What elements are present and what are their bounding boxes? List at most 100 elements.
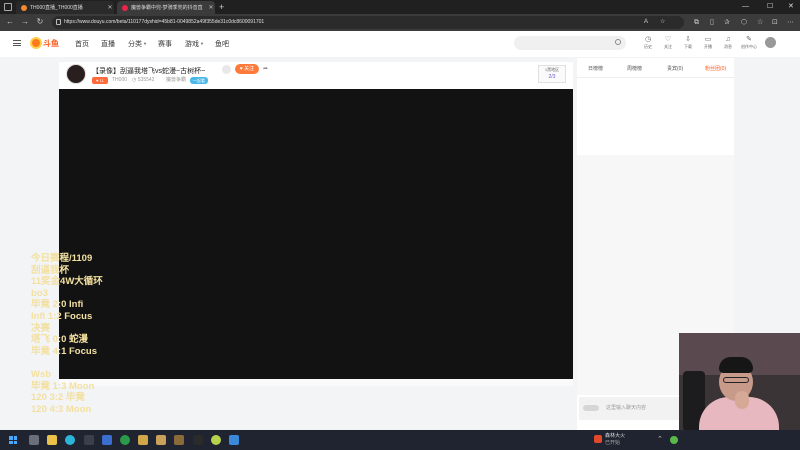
tray-app-icon[interactable] bbox=[670, 436, 678, 444]
overlay-line: 120 3:2 毕竟 bbox=[31, 392, 85, 404]
overlay-line: 塔飞 0:0 蛇漫 bbox=[31, 334, 89, 346]
browser-tab-strip: TH000直播_TH000直播 ✕ 魔兽争霸中兜-梦骑季兜的抖音直 ✕ + — … bbox=[0, 0, 800, 14]
room-title: 【录像】刮逼我塔飞vs蛇漫~古树杯~ bbox=[92, 68, 206, 75]
header-history[interactable]: ◷ 历史 bbox=[639, 35, 657, 50]
tabs-icon[interactable]: ⊡ bbox=[772, 17, 778, 28]
favorite-star-icon[interactable]: ☆ bbox=[660, 18, 665, 27]
overlay-line: Infi 1:2 Focus bbox=[31, 310, 93, 322]
overlay-line: Wsb bbox=[31, 368, 52, 380]
nav-fishbar[interactable]: 鱼吧 bbox=[215, 39, 229, 49]
nav-category[interactable]: 分类 bbox=[128, 39, 142, 49]
close-tab-icon[interactable]: ✕ bbox=[106, 4, 114, 11]
broadcast-icon: ▭ bbox=[704, 36, 712, 43]
tab-weekly-rank[interactable]: 周榜榜 bbox=[627, 65, 642, 72]
nav-home[interactable]: 首页 bbox=[75, 39, 89, 49]
user-avatar[interactable] bbox=[765, 37, 776, 48]
app-icon[interactable] bbox=[193, 435, 203, 445]
weather-icon[interactable] bbox=[594, 435, 602, 443]
split-screen-icon[interactable]: ▯ bbox=[710, 17, 714, 28]
menu-icon[interactable] bbox=[13, 40, 21, 46]
browser-tab-label: TH000直播_TH000直播 bbox=[30, 5, 83, 11]
history-icon: ◷ bbox=[644, 36, 652, 43]
back-icon[interactable]: ← bbox=[5, 16, 15, 28]
nav-events[interactable]: 赛事 bbox=[158, 39, 172, 49]
edge-icon[interactable] bbox=[65, 435, 75, 445]
forward-icon[interactable]: → bbox=[20, 16, 30, 28]
lock-icon bbox=[56, 19, 61, 25]
header-creator[interactable]: ✎ 创作中心 bbox=[739, 35, 759, 50]
more-icon[interactable]: ⋯ bbox=[787, 17, 794, 28]
maximize-icon[interactable]: ☐ bbox=[767, 1, 773, 13]
overlay-line: 刮逼我杯 bbox=[31, 264, 70, 276]
overlay-line: 今日赛程/1109 bbox=[31, 253, 93, 264]
sidebar-tabs: 日榜榜 周榜榜 贵宾(0) 粉丝团(0) bbox=[577, 62, 734, 74]
header-download[interactable]: ⇩ 下载 bbox=[679, 35, 697, 50]
streamer-avatar[interactable] bbox=[66, 64, 86, 84]
app-icon[interactable] bbox=[84, 435, 94, 445]
emoji-toggle[interactable] bbox=[583, 405, 599, 411]
refresh-icon[interactable]: ↻ bbox=[35, 16, 45, 28]
app-icon[interactable] bbox=[138, 435, 148, 445]
new-tab-icon[interactable]: + bbox=[219, 1, 224, 13]
weather-title[interactable]: 森林大火 bbox=[605, 433, 625, 439]
message-icon: ♫ bbox=[725, 36, 731, 43]
overlay-spacer bbox=[31, 357, 103, 369]
app-icon[interactable] bbox=[229, 435, 239, 445]
extensions-icon[interactable]: ⧉ bbox=[694, 17, 699, 28]
app-icon[interactable] bbox=[102, 435, 112, 445]
browser-tab-2[interactable]: 魔兽争霸中兜-梦骑季兜的抖音直 ✕ bbox=[117, 1, 215, 14]
overlay-line: 决赛 bbox=[31, 322, 51, 334]
header-message[interactable]: ♫ 消息 bbox=[719, 35, 737, 50]
browser-tab-1[interactable]: TH000直播_TH000直播 ✕ bbox=[16, 1, 114, 14]
header-follow[interactable]: ♡ 关注 bbox=[659, 35, 677, 50]
nav-games[interactable]: 游戏 bbox=[185, 39, 199, 49]
windows-taskbar: 森林大火 已开始 ⌃ bbox=[0, 430, 800, 450]
category-tag[interactable]: 一起看 bbox=[190, 77, 208, 84]
douyu-favicon-icon bbox=[21, 4, 27, 11]
search-icon[interactable] bbox=[615, 39, 621, 45]
douyu-fish-icon bbox=[30, 37, 42, 49]
streamer-name[interactable]: TH000 bbox=[112, 77, 127, 84]
app-icon[interactable] bbox=[156, 435, 166, 445]
video-player[interactable] bbox=[59, 89, 573, 379]
collections-icon[interactable]: ✰ bbox=[724, 17, 730, 28]
tab-vip[interactable]: 贵宾(0) bbox=[667, 65, 683, 72]
chevron-up-icon[interactable]: ⌃ bbox=[657, 436, 665, 444]
minimize-icon[interactable]: — bbox=[742, 1, 749, 13]
tab-daily-rank[interactable]: 日榜榜 bbox=[588, 65, 603, 72]
follow-button[interactable]: ♥ 关注 bbox=[235, 64, 259, 74]
app-icon[interactable] bbox=[174, 435, 184, 445]
rank-box[interactable]: 1黑地区 2/3 bbox=[538, 65, 566, 83]
chevron-down-icon: ▼ bbox=[143, 41, 147, 46]
read-aloud-icon[interactable]: A bbox=[644, 18, 648, 27]
follow-icon: ♡ bbox=[664, 36, 672, 43]
start-icon[interactable] bbox=[9, 436, 17, 444]
download-icon: ⇩ bbox=[685, 36, 691, 43]
taskview-icon[interactable] bbox=[29, 435, 39, 445]
chevron-down-icon: ▼ bbox=[200, 41, 204, 46]
app-icon[interactable] bbox=[120, 435, 130, 445]
level-badge: ♥ 11 bbox=[92, 77, 108, 84]
favorites-icon[interactable]: ☆ bbox=[757, 17, 763, 28]
copilot-icon[interactable]: ⬡ bbox=[741, 17, 747, 28]
room-settings-icon[interactable] bbox=[222, 65, 231, 74]
creator-icon: ✎ bbox=[746, 36, 752, 43]
close-tab-icon[interactable]: ✕ bbox=[207, 4, 215, 11]
nav-live[interactable]: 直播 bbox=[101, 39, 115, 49]
close-window-icon[interactable]: ✕ bbox=[788, 1, 794, 13]
file-explorer-icon[interactable] bbox=[47, 435, 57, 445]
tab-fans[interactable]: 粉丝团(0) bbox=[705, 65, 726, 72]
tab-actions-icon[interactable] bbox=[4, 3, 12, 11]
room-category[interactable]: 魔兽争霸 bbox=[166, 77, 186, 84]
url-field[interactable]: https://www.douyu.com/beta/110177dyshid=… bbox=[52, 16, 684, 29]
weather-subtitle: 已开始 bbox=[605, 440, 621, 446]
header-broadcast[interactable]: ▭ 开播 bbox=[699, 35, 717, 50]
overlay-line: 毕竟 2:0 Infi bbox=[31, 299, 84, 311]
app-icon[interactable] bbox=[211, 435, 221, 445]
url-text: https://www.douyu.com/beta/110177dyshid=… bbox=[64, 19, 265, 25]
overlay-line: 120 4:3 Moon bbox=[31, 403, 92, 415]
douyu-logo[interactable]: 斗鱼 bbox=[30, 37, 62, 49]
share-icon[interactable]: ➦ bbox=[263, 65, 268, 72]
schedule-overlay: 今日赛程/1109 刮逼我杯 11奖金4W大循环 bo3 毕竟 2:0 Infi… bbox=[31, 253, 103, 415]
search-input[interactable] bbox=[514, 36, 626, 50]
